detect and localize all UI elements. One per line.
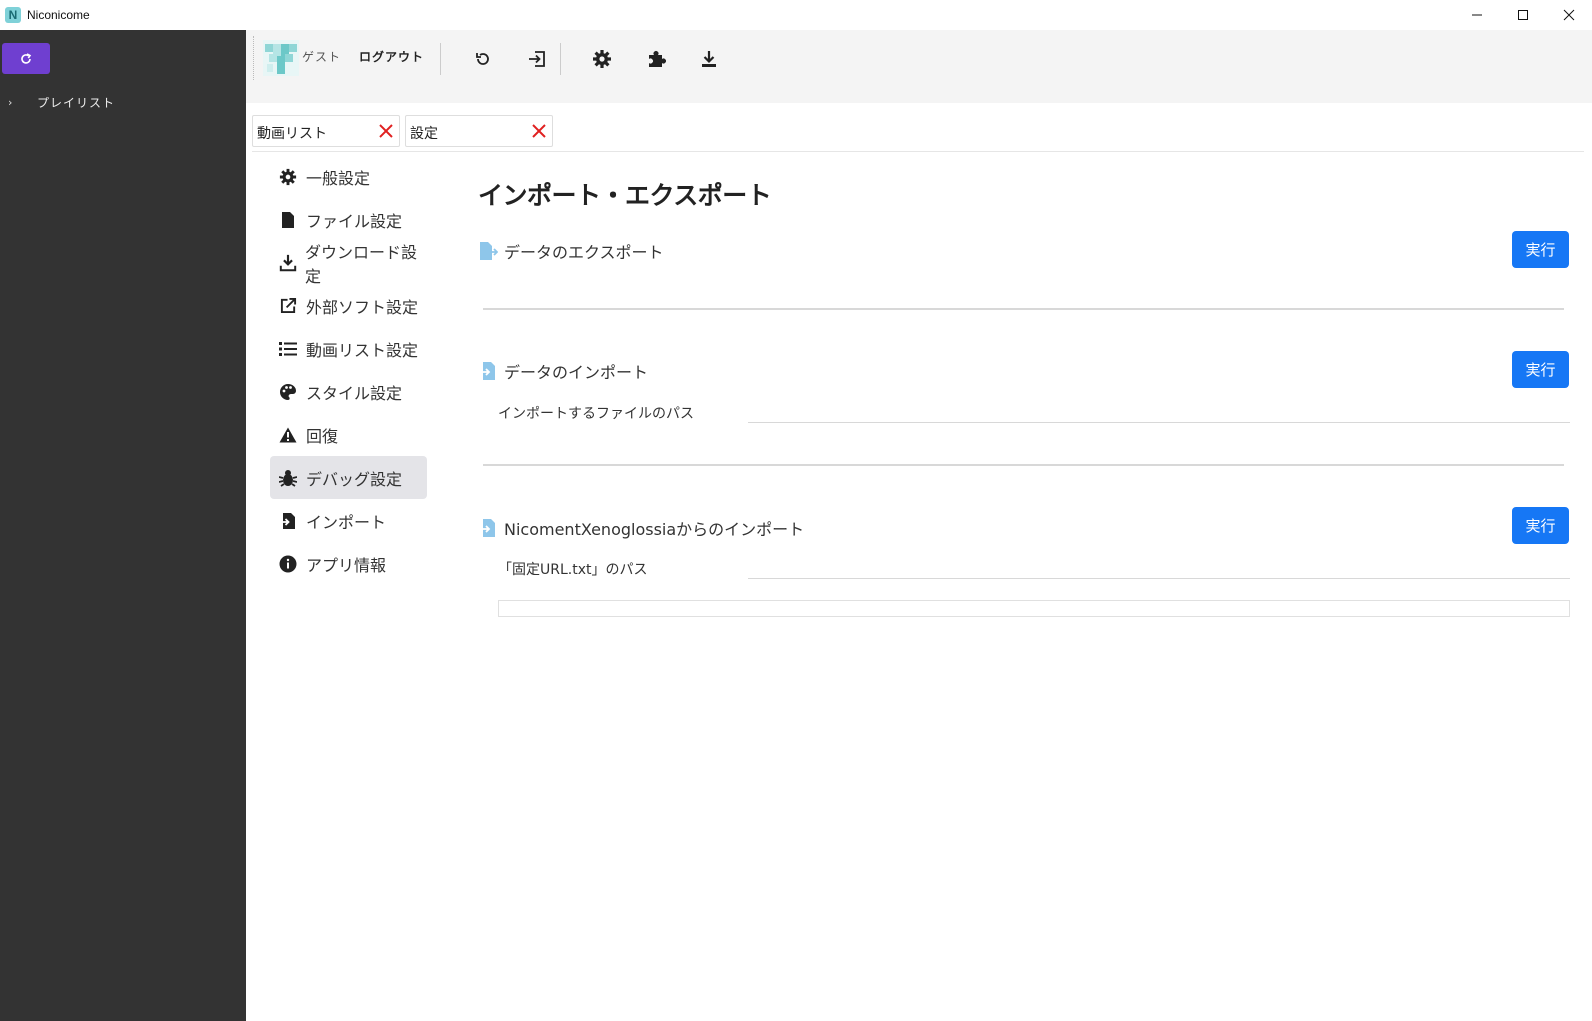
nav-label: インポート: [306, 512, 387, 532]
username-label: ゲスト: [302, 50, 342, 64]
file-import-icon: [479, 362, 495, 380]
refresh-icon: [21, 52, 32, 64]
export-label: データのエクスポート: [504, 243, 664, 262]
nav-label: アプリ情報: [306, 555, 387, 575]
close-icon[interactable]: [377, 122, 395, 140]
gear-icon: [593, 50, 611, 68]
settings-nav-app-info[interactable]: アプリ情報: [270, 542, 427, 585]
page-title: インポート・エクスポート: [478, 181, 772, 210]
file-export-icon: [480, 242, 498, 260]
chevron-right-icon[interactable]: ›: [8, 96, 20, 109]
import-path-label: インポートするファイルのパス: [498, 406, 694, 422]
settings-button[interactable]: [587, 44, 617, 74]
xeno-run-button[interactable]: 実行: [1512, 507, 1569, 544]
palette-icon: [278, 382, 298, 402]
puzzle-icon: [649, 51, 666, 67]
warning-icon: [278, 425, 298, 445]
list-icon: [278, 339, 298, 359]
nav-label: ダウンロード設定: [305, 242, 418, 286]
toolbar-separator: [440, 43, 441, 75]
close-icon: [1563, 9, 1575, 21]
reload-button[interactable]: [468, 44, 498, 74]
xeno-section-header: NicomentXenoglossiaからのインポート: [478, 516, 804, 540]
maximize-button[interactable]: [1500, 0, 1546, 30]
info-icon: [278, 554, 298, 574]
login-icon: [529, 51, 545, 67]
tab-settings[interactable]: 設定: [405, 115, 553, 147]
settings-nav-general[interactable]: 一般設定: [270, 155, 427, 198]
close-icon[interactable]: [530, 122, 548, 140]
tab-video-list[interactable]: 動画リスト: [252, 115, 400, 147]
tab-label: 設定: [410, 126, 438, 142]
window-titlebar: N Niconicome: [0, 0, 1592, 30]
avatar: [263, 40, 299, 76]
nav-label: 外部ソフト設定: [306, 297, 419, 317]
tabs-divider: [252, 151, 1584, 152]
toolbar-grip: [253, 36, 254, 80]
nav-label: デバッグ設定: [306, 469, 403, 489]
tab-bar: 動画リスト 設定: [252, 115, 553, 149]
download-icon: [278, 253, 297, 273]
nav-label: 動画リスト設定: [306, 340, 419, 360]
playlist-sidebar: › プレイリスト: [0, 30, 246, 1021]
settings-nav-download[interactable]: ダウンロード設定: [270, 241, 427, 286]
nav-label: ファイル設定: [306, 211, 403, 231]
import-path-input[interactable]: [748, 401, 1570, 423]
app-logo: N: [5, 7, 21, 23]
xeno-label: NicomentXenoglossiaからのインポート: [504, 520, 805, 539]
reload-icon: [476, 53, 489, 65]
xeno-path-label: 「固定URL.txt」のパス: [498, 562, 648, 578]
download-icon: [702, 51, 716, 67]
file-import-icon: [278, 511, 298, 531]
tree-item-playlist[interactable]: › プレイリスト: [8, 94, 115, 111]
settings-nav-debug[interactable]: デバッグ設定: [270, 456, 427, 499]
import-label: データのインポート: [504, 363, 649, 382]
import-run-button[interactable]: 実行: [1512, 351, 1569, 388]
settings-nav-recovery[interactable]: 回復: [270, 413, 427, 456]
import-section-header: データのインポート: [478, 359, 648, 383]
nav-label: スタイル設定: [306, 383, 403, 403]
gear-icon: [278, 167, 298, 187]
settings-nav-style[interactable]: スタイル設定: [270, 370, 427, 413]
tab-label: 動画リスト: [257, 126, 327, 142]
main-toolbar: ゲスト ログアウト: [246, 30, 1592, 103]
export-run-button[interactable]: 実行: [1512, 231, 1569, 268]
nav-label: 一般設定: [306, 168, 371, 188]
file-icon: [278, 210, 298, 230]
tree-item-label: プレイリスト: [37, 96, 116, 110]
maximize-icon: [1518, 10, 1528, 20]
settings-nav-video-list[interactable]: 動画リスト設定: [270, 327, 427, 370]
toolbar-separator: [560, 43, 561, 75]
minimize-button[interactable]: [1454, 0, 1500, 30]
addons-button[interactable]: [641, 44, 671, 74]
minimize-icon: [1472, 14, 1482, 16]
xeno-output-box: [498, 600, 1570, 617]
bug-icon: [278, 468, 298, 488]
download-button[interactable]: [694, 44, 724, 74]
xeno-path-input[interactable]: [748, 557, 1570, 579]
nav-label: 回復: [306, 426, 339, 446]
export-section-header: データのエクスポート: [478, 239, 664, 263]
settings-nav-import[interactable]: インポート: [270, 499, 427, 542]
settings-nav-external[interactable]: 外部ソフト設定: [270, 284, 427, 327]
window-controls: [1454, 0, 1592, 30]
file-import-icon: [479, 519, 495, 537]
section-divider: [483, 308, 1564, 310]
external-link-icon: [278, 296, 298, 316]
section-divider: [483, 464, 1564, 466]
refresh-playlist-button[interactable]: [2, 43, 50, 74]
login-button[interactable]: [522, 44, 552, 74]
logout-link[interactable]: ログアウト: [359, 48, 424, 65]
window-title: Niconicome: [27, 8, 90, 22]
settings-nav-file[interactable]: ファイル設定: [270, 198, 427, 241]
close-window-button[interactable]: [1546, 0, 1592, 30]
